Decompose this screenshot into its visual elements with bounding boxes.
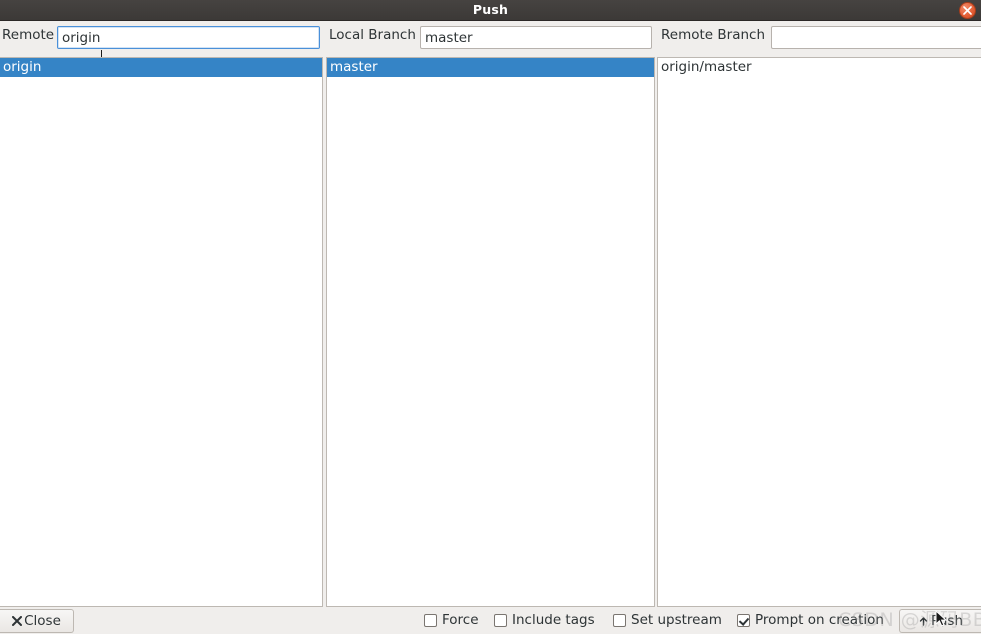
checkbox-box[interactable] xyxy=(494,613,507,627)
close-button-label: Close xyxy=(24,613,61,629)
close-button[interactable]: Close xyxy=(0,609,74,633)
force-checkbox[interactable]: Force xyxy=(424,612,479,628)
prompt-on-creation-checkbox[interactable]: Prompt on creation xyxy=(737,612,884,628)
checkbox-box[interactable] xyxy=(424,613,437,627)
bottom-toolbar: Close Force Include tags Set upstream Pr… xyxy=(0,608,981,634)
set-upstream-checkbox-label: Set upstream xyxy=(631,612,722,628)
remote-branch-label: Remote Branch xyxy=(661,27,765,43)
list-item[interactable]: master xyxy=(327,58,654,77)
local-branches-list[interactable]: master xyxy=(326,57,655,607)
checkbox-box[interactable] xyxy=(737,613,750,627)
include-tags-checkbox-label: Include tags xyxy=(512,612,595,628)
list-item[interactable]: origin/master xyxy=(658,58,981,77)
close-icon[interactable] xyxy=(959,2,976,19)
title-bar: Push xyxy=(0,0,981,21)
prompt-on-creation-checkbox-label: Prompt on creation xyxy=(755,612,884,628)
set-upstream-checkbox[interactable]: Set upstream xyxy=(613,612,722,628)
force-checkbox-label: Force xyxy=(442,612,479,628)
remote-label: Remote xyxy=(2,27,55,43)
local-branch-input[interactable] xyxy=(420,26,652,49)
push-button[interactable]: Push xyxy=(899,609,981,633)
close-x-glyph xyxy=(963,6,972,15)
push-dialog-window: Push Remote Local Branch Remote Branch o… xyxy=(0,0,981,634)
checkbox-box[interactable] xyxy=(613,613,626,627)
remotes-list[interactable]: origin xyxy=(0,57,323,607)
remote-branches-list[interactable]: origin/master xyxy=(657,57,981,607)
upload-icon xyxy=(919,616,928,626)
remote-branch-input[interactable] xyxy=(771,26,981,49)
x-icon xyxy=(12,616,23,626)
list-item[interactable]: origin xyxy=(0,58,322,77)
push-button-label: Push xyxy=(930,613,964,629)
include-tags-checkbox[interactable]: Include tags xyxy=(494,612,595,628)
local-branch-label: Local Branch xyxy=(329,27,416,43)
lists-area: origin master origin/master xyxy=(0,57,981,608)
window-title: Push xyxy=(472,2,509,17)
fields-row: Remote Local Branch Remote Branch xyxy=(0,21,981,67)
remote-input[interactable] xyxy=(57,26,320,49)
